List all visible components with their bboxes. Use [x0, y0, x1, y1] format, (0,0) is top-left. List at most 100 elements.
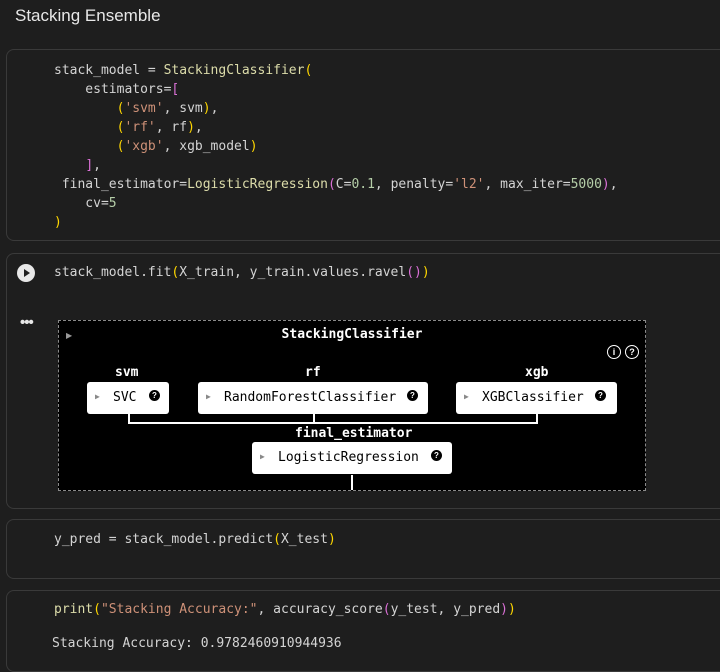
code-token: (	[327, 177, 336, 192]
help-icon[interactable]: ?	[595, 390, 606, 401]
help-icon[interactable]: ?	[407, 390, 418, 401]
code-token: 'l2'	[453, 177, 485, 192]
code-token: , svm	[163, 101, 203, 116]
expand-arrow-icon: ▶	[464, 392, 469, 401]
code-token: , rf	[155, 120, 188, 135]
info-icon[interactable]: i	[607, 345, 621, 359]
code-token: final_estimator=	[54, 177, 188, 192]
output-menu-icon[interactable]: •••	[20, 315, 34, 330]
code-token: print	[54, 602, 94, 617]
code-token: )	[507, 602, 516, 617]
code-token: C=	[335, 177, 352, 192]
code-token: )	[187, 120, 195, 135]
code-token: y_pred = stack_model.predict	[54, 532, 274, 547]
code-token: , accuracy_score	[257, 602, 383, 617]
code-token: ,	[194, 120, 203, 135]
code-line: y_pred = stack_model.predict(X_test)	[54, 530, 336, 549]
code-editor[interactable]: print("Stacking Accuracy:", accuracy_sco…	[54, 600, 516, 619]
stacking-classifier-diagram: ▶ StackingClassifier i ? svm rf xgb ▶ SV…	[58, 320, 646, 491]
estimator-model: XGBClassifier	[482, 390, 584, 405]
code-token: )	[54, 215, 62, 230]
estimator-box-svc[interactable]: ▶ SVC ?	[87, 382, 169, 414]
code-token: "Stacking Accuracy:"	[100, 602, 258, 617]
code-cell-1[interactable]: stack_model = StackingClassifier( estima…	[6, 49, 720, 241]
help-icon[interactable]: ?	[431, 450, 442, 461]
code-line: ('svm', svm),	[54, 99, 618, 118]
code-line: ('xgb', xgb_model)	[54, 137, 618, 156]
code-token: )	[421, 265, 430, 280]
code-token: estimators=	[54, 82, 172, 97]
code-token: X_test	[280, 532, 328, 547]
code-token: ,	[210, 101, 219, 116]
code-token: cv=	[54, 196, 109, 211]
code-token: )	[414, 265, 422, 280]
code-token: LogisticRegression	[187, 177, 328, 192]
code-token: 'xgb'	[124, 139, 164, 154]
estimator-box-random-forest[interactable]: ▶ RandomForestClassifier ?	[198, 382, 428, 414]
code-line: final_estimator=LogisticRegression(C=0.1…	[54, 175, 618, 194]
code-token: )	[601, 177, 610, 192]
expand-arrow-icon: ▶	[206, 392, 211, 401]
code-token: ]	[85, 158, 94, 173]
estimator-label-svm: svm	[115, 365, 139, 380]
section-heading: Stacking Ensemble	[15, 6, 161, 25]
code-line: )	[54, 213, 618, 232]
expand-arrow-icon: ▶	[95, 392, 100, 401]
code-token: (	[406, 265, 415, 280]
code-editor[interactable]: y_pred = stack_model.predict(X_test)	[54, 530, 336, 549]
code-token: ,	[609, 177, 618, 192]
code-line: estimators=[	[54, 80, 618, 99]
code-token: 5	[108, 196, 117, 211]
code-line: ('rf', rf),	[54, 118, 618, 137]
code-token: (	[304, 63, 313, 78]
run-cell-button[interactable]	[17, 264, 35, 282]
code-token: StackingClassifier	[163, 63, 305, 78]
cell-output: Stacking Accuracy: 0.9782460910944936	[52, 636, 342, 651]
code-editor[interactable]: stack_model = StackingClassifier( estima…	[54, 61, 618, 232]
code-token: 5000	[570, 177, 602, 192]
code-token: X_train, y_train.values.ravel	[179, 265, 407, 280]
code-token: (	[273, 532, 281, 547]
code-line: print("Stacking Accuracy:", accuracy_sco…	[54, 600, 516, 619]
code-token: )	[500, 602, 508, 617]
code-token: 'svm'	[124, 101, 164, 116]
estimator-label-xgb: xgb	[525, 365, 549, 380]
code-cell-4[interactable]: print("Stacking Accuracy:", accuracy_sco…	[6, 590, 720, 672]
code-token: y_test, y_pred	[390, 602, 501, 617]
code-token: ,	[93, 158, 101, 173]
estimator-model: RandomForestClassifier	[224, 390, 397, 405]
code-line: stack_model = StackingClassifier(	[54, 61, 618, 80]
code-cell-3[interactable]: y_pred = stack_model.predict(X_test)	[6, 519, 720, 579]
code-token: stack_model =	[54, 63, 164, 78]
estimator-box-xgb[interactable]: ▶ XGBClassifier ?	[456, 382, 617, 414]
code-token: )	[249, 139, 258, 154]
code-line: cv=5	[54, 194, 618, 213]
estimator-label-rf: rf	[305, 365, 321, 380]
final-estimator-box[interactable]: ▶ LogisticRegression ?	[252, 442, 452, 474]
code-token: )	[327, 532, 336, 547]
code-line: ],	[54, 156, 618, 175]
code-token: )	[202, 101, 211, 116]
code-token: stack_model.fit	[54, 265, 172, 280]
estimator-model: SVC	[113, 390, 137, 405]
help-icon[interactable]: ?	[149, 390, 160, 401]
code-token: , xgb_model	[163, 139, 250, 154]
code-line: stack_model.fit (X_train, y_train.values.…	[54, 263, 430, 282]
code-token: [	[171, 82, 180, 97]
code-editor[interactable]: stack_model.fit (X_train, y_train.values.…	[54, 263, 430, 282]
connector-line	[128, 422, 538, 424]
code-token: 'rf'	[124, 120, 156, 135]
code-token: , max_iter=	[484, 177, 571, 192]
code-token: , penalty=	[374, 177, 454, 192]
diagram-title: StackingClassifier	[281, 327, 423, 342]
connector-line	[351, 475, 353, 490]
code-token: (	[93, 602, 101, 617]
expand-arrow-icon: ▶	[260, 452, 265, 461]
estimator-model: LogisticRegression	[278, 450, 419, 465]
help-icon[interactable]: ?	[625, 345, 639, 359]
code-token: 0.1	[351, 177, 375, 192]
